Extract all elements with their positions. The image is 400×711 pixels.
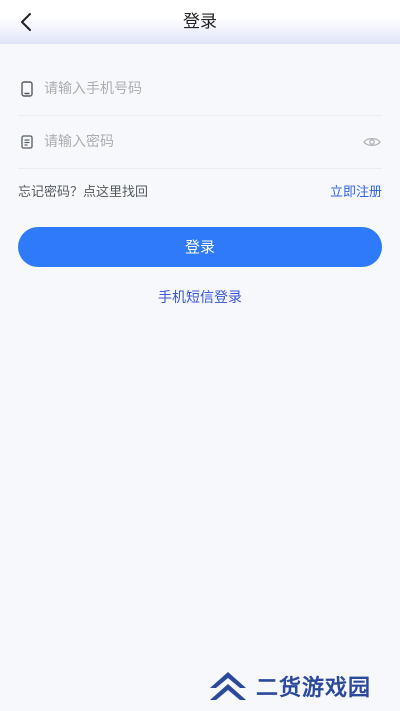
watermark-text: 二货游戏园	[256, 676, 372, 701]
eye-icon	[363, 137, 381, 147]
watermark-logo-icon	[210, 672, 246, 700]
phone-icon	[18, 80, 36, 98]
forgot-password-link[interactable]: 忘记密码？点这里找回	[18, 181, 148, 200]
toggle-password-visibility-button[interactable]	[362, 132, 382, 152]
page-title: 登录	[183, 12, 217, 32]
phone-input[interactable]	[44, 74, 382, 104]
password-input[interactable]	[44, 127, 362, 157]
phone-field	[18, 63, 382, 116]
login-button[interactable]: 登录	[18, 227, 382, 267]
top-bar: 登录	[0, 0, 400, 44]
lock-icon	[18, 133, 36, 151]
password-field	[18, 116, 382, 169]
sms-login-link[interactable]: 手机短信登录	[0, 287, 400, 307]
register-link[interactable]: 立即注册	[330, 181, 382, 200]
watermark: 二货游戏园	[206, 666, 371, 706]
account-links-row: 忘记密码？点这里找回 立即注册	[18, 180, 382, 200]
